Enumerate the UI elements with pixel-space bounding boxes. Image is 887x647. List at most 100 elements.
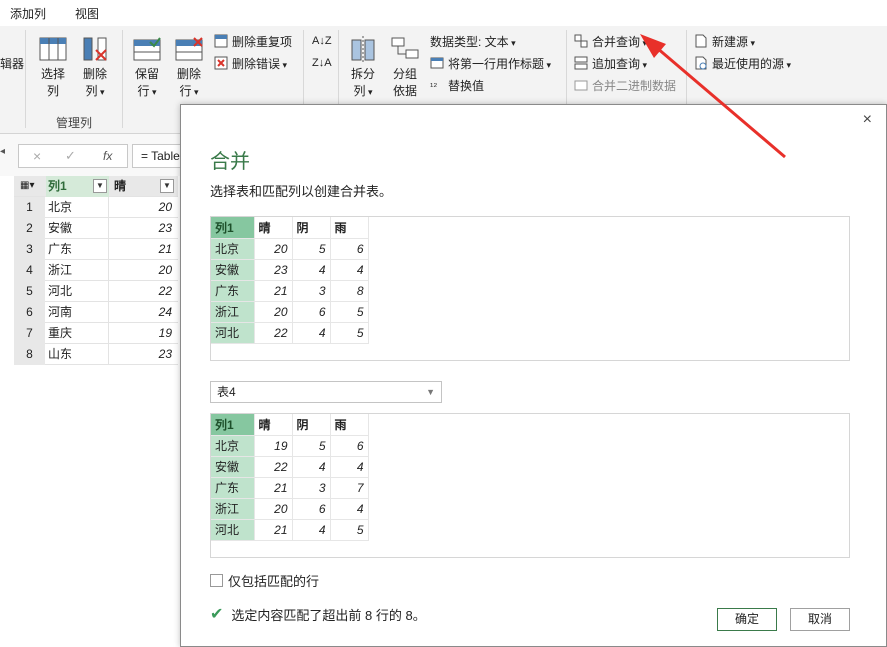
cell-city[interactable]: 河南 (46, 302, 109, 323)
grid-header-col1[interactable]: 列1 ▼ (46, 176, 109, 197)
remove-rows-label1: 删除 (176, 67, 201, 81)
group-by-button[interactable]: 分组 依据 (386, 36, 424, 100)
sort-descending-icon[interactable]: Z↓A (312, 54, 332, 72)
append-queries-icon (574, 56, 588, 70)
cell-city[interactable]: 广东 (46, 239, 109, 260)
cell-value[interactable]: 20 (110, 197, 176, 218)
chevron-down-icon: ▼ (426, 387, 435, 397)
cell-value[interactable]: 22 (110, 281, 176, 302)
cell-value[interactable]: 21 (110, 239, 176, 260)
remove-columns-label2: 列 (76, 83, 114, 101)
ok-button[interactable]: 确定 (717, 608, 777, 631)
column-header[interactable]: 雨 (330, 217, 369, 239)
cancel-button[interactable]: 取消 (790, 608, 850, 631)
row-number[interactable]: 2 (14, 218, 45, 239)
remove-duplicates-label: 删除重复项 (232, 34, 293, 49)
column-header[interactable]: 列1 (211, 414, 255, 436)
cell-city[interactable]: 山东 (46, 344, 109, 365)
table2-select[interactable]: 表4 ▼ (210, 381, 442, 403)
cell-value[interactable]: 19 (110, 323, 176, 344)
table-menu-icon[interactable]: ▦▾ (20, 180, 34, 191)
remove-columns-button[interactable]: 删除 列 (76, 36, 114, 101)
sort-ascending-icon[interactable]: A↓Z (312, 32, 332, 50)
cell-city[interactable]: 北京 (46, 197, 109, 218)
menu-tabs: 添加列 视图 (0, 0, 887, 26)
column-header[interactable]: 雨 (330, 414, 369, 436)
remove-columns-icon (80, 36, 110, 62)
first-row-header-label: 将第一行用作标题 (448, 55, 551, 72)
cell-value: 5 (292, 238, 331, 260)
choose-columns-button[interactable]: 选择 列 (34, 36, 72, 100)
replace-values-button[interactable]: ₁₂ 替换值 (430, 76, 484, 94)
data-type-dropdown[interactable]: 数据类型: 文本 (430, 32, 516, 50)
keep-rows-button[interactable]: 保留 行 (128, 36, 166, 101)
row-number[interactable]: 6 (14, 302, 45, 323)
confirm-icon[interactable]: ✓ (65, 148, 76, 164)
cell-value: 21 (254, 519, 293, 541)
grid-header-row: ▦▾ 列1 ▼ 晴 ▼ (14, 176, 178, 197)
filter-dropdown-icon[interactable]: ▼ (93, 179, 107, 193)
checkmark-icon: ✔ (210, 606, 224, 623)
table-row: 6 河南 24 (14, 302, 178, 323)
filter-dropdown-icon[interactable]: ▼ (160, 179, 174, 193)
fx-icon[interactable]: fx (103, 149, 112, 163)
row-number[interactable]: 1 (14, 197, 45, 218)
cell-value: 20 (254, 301, 293, 323)
cell-city[interactable]: 浙江 (46, 260, 109, 281)
column-header[interactable]: 阴 (292, 414, 331, 436)
cell-city[interactable]: 河北 (46, 281, 109, 302)
keep-rows-label1: 保留 (134, 67, 159, 81)
collapse-icon[interactable]: ◂ (0, 146, 5, 157)
ribbon-edge-label: 辑器 (0, 56, 25, 71)
grid-header-col2[interactable]: 晴 ▼ (110, 176, 176, 197)
cell-city[interactable]: 安徽 (46, 218, 109, 239)
split-column-button[interactable]: 拆分 列 (344, 36, 382, 101)
cell-value: 3 (292, 280, 331, 302)
cell-city: 安徽 (211, 259, 255, 281)
cell-value: 4 (292, 259, 331, 281)
cell-value[interactable]: 24 (110, 302, 176, 323)
row-number[interactable]: 7 (14, 323, 45, 344)
table-row: 北京 20 5 6 (211, 238, 369, 260)
row-number[interactable]: 5 (14, 281, 45, 302)
cancel-icon[interactable]: × (33, 148, 41, 164)
cell-value[interactable]: 23 (110, 218, 176, 239)
cell-value: 22 (254, 456, 293, 478)
column-header[interactable]: 列1 (211, 217, 255, 239)
remove-duplicates-button[interactable]: 删除重复项 (214, 32, 292, 50)
cell-value: 20 (254, 238, 293, 260)
table-row: 3 广东 21 (14, 239, 178, 260)
table1-preview: 列1 晴阴雨北京 20 5 6 安徽 23 4 4 广东 21 3 8 浙江 20 6 5 河北 22 4 5 (210, 216, 850, 361)
table-row: 广东 21 3 8 (211, 280, 369, 302)
only-matching-option[interactable]: 仅包括匹配的行 (210, 571, 319, 590)
table-row: 4 浙江 20 (14, 260, 178, 281)
remove-errors-button[interactable]: 删除错误 (214, 54, 287, 72)
cell-value[interactable]: 20 (110, 260, 176, 281)
formula-buttons: × ✓ fx (18, 144, 128, 168)
column-header[interactable]: 晴 (254, 217, 293, 239)
cell-city: 北京 (211, 435, 255, 457)
combine-binaries-icon (574, 78, 588, 92)
match-status-text: 选定内容匹配了超出前 8 行的 8。 (231, 607, 426, 623)
group-by-label2: 依据 (392, 84, 417, 98)
column-header[interactable]: 阴 (292, 217, 331, 239)
cell-value: 5 (330, 519, 369, 541)
replace-values-icon: ₁₂ (430, 78, 438, 89)
choose-columns-icon (38, 36, 68, 62)
choose-columns-label2: 列 (46, 84, 59, 98)
cell-city: 河北 (211, 519, 255, 541)
first-row-header-button[interactable]: 将第一行用作标题 (430, 54, 551, 72)
cell-value: 4 (330, 259, 369, 281)
row-number[interactable]: 3 (14, 239, 45, 260)
tab-add-column[interactable]: 添加列 (10, 5, 46, 22)
row-number[interactable]: 8 (14, 344, 45, 365)
cell-value: 21 (254, 280, 293, 302)
only-matching-checkbox[interactable] (210, 574, 223, 587)
cell-value[interactable]: 23 (110, 344, 176, 365)
tab-view[interactable]: 视图 (75, 5, 99, 22)
close-icon[interactable]: × (863, 111, 872, 129)
cell-city[interactable]: 重庆 (46, 323, 109, 344)
row-number[interactable]: 4 (14, 260, 45, 281)
remove-rows-button[interactable]: 删除 行 (170, 36, 208, 101)
column-header[interactable]: 晴 (254, 414, 293, 436)
